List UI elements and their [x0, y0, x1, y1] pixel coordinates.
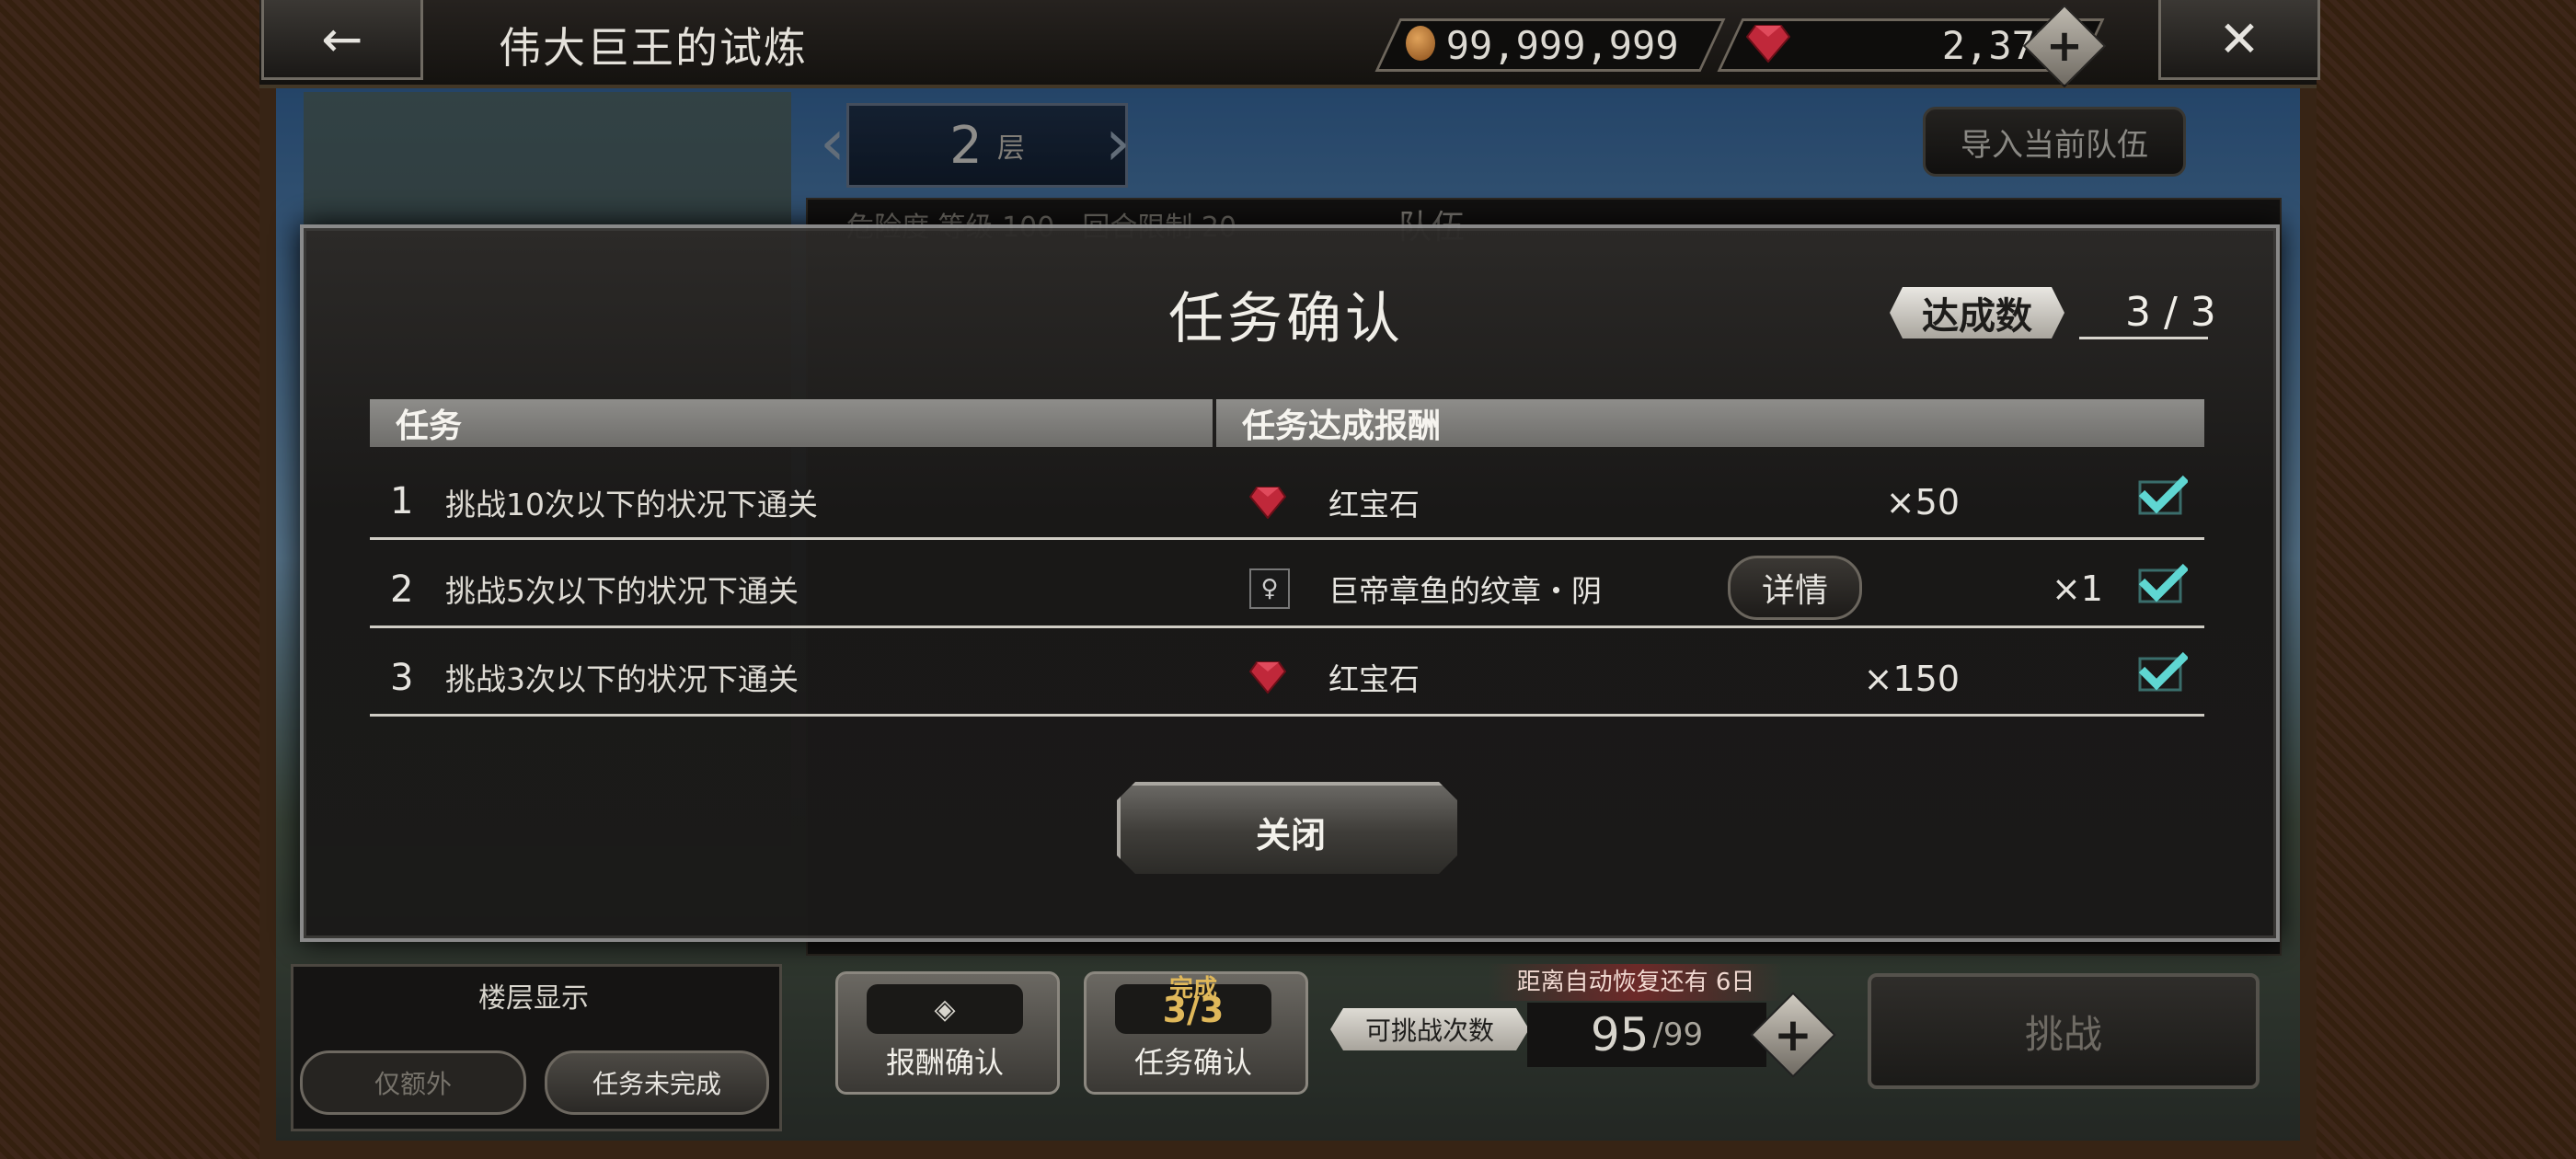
reward-name: 巨帝章鱼的纹章・阴: [1328, 573, 1602, 609]
ruby-icon: [1249, 487, 1286, 519]
gold-amount: 99,999,999: [1446, 22, 1679, 68]
task-row-text: 挑战3次以下的状况下通关: [445, 661, 799, 697]
achieve-underline: [2079, 337, 2208, 339]
check-icon: [2138, 651, 2188, 692]
task-row-text: 挑战10次以下的状况下通关: [445, 487, 818, 522]
filter-incomplete-button[interactable]: 任务未完成: [545, 1050, 769, 1115]
gold-coin-icon: [1406, 26, 1435, 61]
reward-quantity: ×50: [1885, 482, 1960, 522]
ruby-icon: [1746, 25, 1790, 63]
reward-name: 红宝石: [1328, 487, 1420, 522]
task-progress-count: 3/3: [1162, 990, 1225, 1030]
row-divider: [370, 537, 2204, 540]
check-icon: [2138, 475, 2188, 515]
task-row-number: 2: [390, 568, 414, 611]
reward-diamond-icon: ◈: [867, 984, 1023, 1034]
reward-name: 红宝石: [1328, 661, 1420, 697]
task-row-number: 3: [390, 657, 414, 699]
task-row-number: 1: [390, 480, 414, 522]
row-divider: [370, 625, 2204, 628]
achieve-count-label: 达成数: [1890, 287, 2064, 339]
row-divider: [370, 714, 2204, 717]
plus-icon: +: [2045, 20, 2084, 72]
remaining-tries-counter: 95/99: [1527, 1003, 1766, 1067]
reward-quantity: ×150: [1863, 659, 1960, 699]
page-title: 伟大巨王的试炼: [499, 23, 808, 73]
filter-extra-only-button[interactable]: 仅额外: [300, 1050, 526, 1115]
background-left-panel: [0, 0, 259, 1159]
details-button[interactable]: 详情: [1728, 556, 1862, 620]
close-icon: ✕: [2218, 9, 2260, 68]
tries-current: 95: [1590, 1008, 1650, 1061]
achieve-count-value: 3 / 3: [2125, 289, 2216, 336]
floor-display-label: 楼层显示: [478, 982, 589, 1015]
plus-icon: +: [1774, 1008, 1812, 1061]
dialog-title: 任务确认: [1168, 287, 1404, 351]
close-dialog-button[interactable]: 关闭: [1117, 782, 1457, 874]
ruby-icon: [1249, 661, 1286, 694]
auto-recovery-note: 距离自动恢复还有 6日: [1489, 964, 1783, 1001]
remaining-tries-label: 可挑战次数: [1330, 1008, 1529, 1050]
back-button[interactable]: ←: [261, 0, 423, 80]
task-confirm-label: 任务确认: [1133, 1045, 1252, 1080]
column-header-reward: 任务达成报酬: [1216, 399, 2204, 447]
back-arrow-icon: ←: [321, 9, 363, 68]
reward-confirm-label: 报酬确认: [885, 1045, 1004, 1080]
background-right-panel: [2317, 0, 2576, 1159]
crest-icon: ♀: [1249, 568, 1290, 609]
tries-max: /99: [1652, 1016, 1704, 1053]
close-button[interactable]: ✕: [2158, 0, 2320, 80]
column-header-task: 任务: [370, 399, 1213, 447]
check-icon: [2138, 563, 2188, 603]
reward-quantity: ×1: [2051, 568, 2103, 609]
task-row-text: 挑战5次以下的状况下通关: [445, 573, 799, 609]
challenge-button[interactable]: 挑战: [1868, 973, 2260, 1089]
